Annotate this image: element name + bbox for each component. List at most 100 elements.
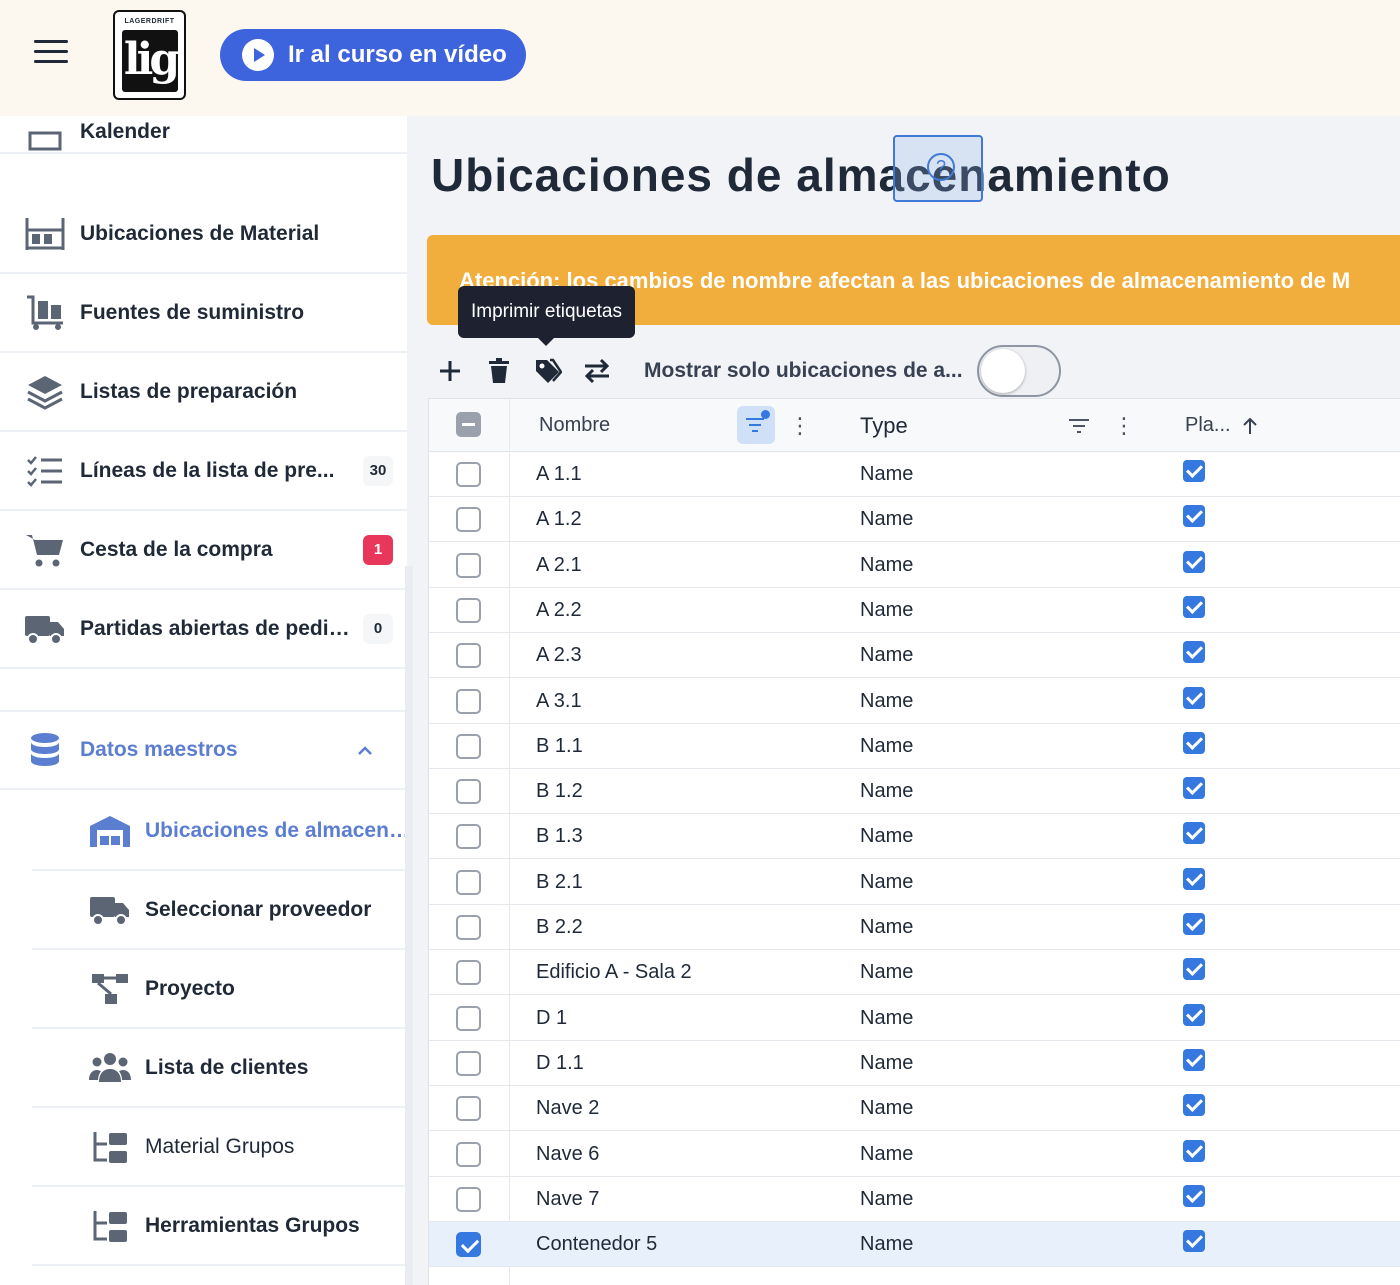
table-row[interactable]: Contenedor 5 Name: [429, 1222, 1400, 1268]
table-row[interactable]: A 1.2 Name: [429, 497, 1400, 543]
sidebar-item-herramientas-grupos[interactable]: Herramientas Grupos: [32, 1188, 407, 1266]
cell-name: Nave 2: [536, 1097, 600, 1120]
project-tree-icon: [89, 970, 131, 1008]
table-row[interactable]: B 1.3 Name: [429, 814, 1400, 860]
table-row[interactable]: A 2.3 Name: [429, 633, 1400, 679]
sidebar-item-fuentes-de-suministro[interactable]: Fuentes de suministro: [0, 275, 407, 353]
placed-checkbox[interactable]: [1183, 958, 1205, 981]
row-checkbox[interactable]: [456, 779, 481, 805]
row-checkbox[interactable]: [456, 1005, 481, 1031]
column-header-type[interactable]: Type: [860, 399, 908, 452]
placed-checkbox[interactable]: [1183, 641, 1205, 664]
placed-checkbox[interactable]: [1183, 505, 1205, 528]
video-course-button[interactable]: Ir al curso en vídeo: [220, 29, 526, 81]
sidebar-item-listas-de-preparacion[interactable]: Listas de preparación: [0, 354, 407, 432]
table-row[interactable]: B 2.1 Name: [429, 860, 1400, 905]
top-bar: LAGERDRIFT lig Ir al curso en vídeo: [0, 0, 1400, 116]
table-row[interactable]: B 1.2 Name: [429, 769, 1400, 815]
sidebar-item-partidas-abiertas-de-pedido[interactable]: Partidas abiertas de pedido 0: [0, 591, 407, 669]
table-row[interactable]: A 3.1 Name: [429, 679, 1400, 724]
swap-arrows-icon[interactable]: [577, 351, 617, 391]
sidebar-item-ubicaciones-de-material[interactable]: Ubicaciones de Material: [0, 196, 407, 274]
hamburger-menu-icon[interactable]: [34, 40, 76, 70]
row-checkbox[interactable]: [456, 597, 481, 623]
table-row[interactable]: A 2.2 Name: [429, 588, 1400, 633]
truck-icon: [24, 610, 66, 648]
tags-icon[interactable]: [528, 351, 568, 391]
sidebar-item-label: Material Grupos: [145, 1135, 295, 1158]
row-checkbox[interactable]: [456, 824, 481, 850]
filter-icon[interactable]: [1067, 399, 1091, 452]
row-checkbox[interactable]: [456, 869, 481, 895]
placed-checkbox[interactable]: [1183, 1003, 1205, 1026]
row-checkbox[interactable]: [456, 1050, 481, 1076]
table-row[interactable]: A 2.1 Name: [429, 543, 1400, 588]
row-checkbox[interactable]: [456, 507, 481, 533]
cell-type: Name: [860, 553, 914, 576]
count-badge: 30: [363, 456, 393, 486]
placed-checkbox[interactable]: [1183, 595, 1205, 618]
placed-checkbox[interactable]: [1183, 1094, 1205, 1117]
sidebar-item-cesta-de-la-compra[interactable]: Cesta de la compra 1: [0, 512, 407, 590]
sidebar-item-datos-maestros[interactable]: Datos maestros: [0, 712, 407, 790]
column-header-placed[interactable]: Pla...: [1185, 399, 1259, 452]
sidebar-item-calendar[interactable]: Kalender: [0, 116, 407, 154]
table-row[interactable]: Edificio A - Sala 2 Name: [429, 950, 1400, 996]
sidebar-item-ubicaciones-de-almacena[interactable]: Ubicaciones de almacena...: [32, 793, 407, 871]
sidebar-item-lineas-de-la-lista-de-pre[interactable]: Líneas de la lista de pre... 30: [0, 433, 407, 511]
trash-icon[interactable]: [479, 351, 519, 391]
sidebar-item-proyecto[interactable]: Proyecto: [32, 951, 407, 1029]
cell-name: Nave 7: [536, 1187, 600, 1210]
placed-checkbox[interactable]: [1183, 777, 1205, 800]
sidebar-item-material-grupos[interactable]: Material Grupos: [32, 1109, 407, 1187]
add-icon[interactable]: [430, 351, 470, 391]
cell-name: Edificio A - Sala 2: [536, 961, 692, 984]
placed-checkbox[interactable]: [1183, 1184, 1205, 1207]
sidebar-item-seleccionar-proveedor[interactable]: Seleccionar proveedor: [32, 872, 407, 950]
table-row[interactable]: B 1.1 Name: [429, 724, 1400, 769]
placed-checkbox[interactable]: [1183, 867, 1205, 890]
table-row[interactable]: Nave 7 Name: [429, 1177, 1400, 1222]
placed-checkbox[interactable]: [1183, 686, 1205, 709]
sidebar-item-lista-de-clientes[interactable]: Lista de clientes: [32, 1030, 407, 1108]
row-checkbox[interactable]: [456, 733, 481, 759]
row-checkbox[interactable]: [456, 960, 481, 986]
row-checkbox[interactable]: [456, 1141, 481, 1167]
column-menu-icon[interactable]: ⋮: [789, 399, 811, 452]
show-only-toggle[interactable]: [976, 345, 1061, 397]
placed-checkbox[interactable]: [1183, 913, 1205, 935]
placed-checkbox[interactable]: [1183, 1139, 1205, 1162]
row-checkbox[interactable]: [456, 1186, 481, 1212]
folder-tree-icon: [89, 1128, 131, 1166]
sidebar: Kalender Ubicaciones de Material Fuentes …: [0, 116, 407, 1285]
table-row[interactable]: B 2.2 Name: [429, 905, 1400, 950]
table-row[interactable]: Nave 6 Name: [429, 1132, 1400, 1177]
help-button[interactable]: ?: [893, 135, 983, 202]
placed-checkbox[interactable]: [1183, 550, 1205, 573]
table-row[interactable]: Nave 2 Name: [429, 1086, 1400, 1132]
sidebar-scrollbar[interactable]: [405, 566, 413, 1285]
row-checkbox[interactable]: [456, 688, 481, 714]
row-checkbox[interactable]: [456, 462, 481, 487]
placed-checkbox[interactable]: [1183, 731, 1205, 754]
cell-type: Name: [860, 870, 914, 893]
placed-checkbox[interactable]: [1183, 1048, 1205, 1071]
placed-checkbox[interactable]: [1183, 460, 1205, 482]
column-header-name[interactable]: Nombre: [539, 399, 610, 452]
table-row[interactable]: A 1.1 Name: [429, 452, 1400, 497]
shopping-cart-icon: [24, 531, 66, 569]
placed-checkbox[interactable]: [1183, 822, 1205, 845]
filter-active-icon[interactable]: [737, 406, 775, 444]
select-all-checkbox[interactable]: [456, 412, 481, 437]
column-menu-icon[interactable]: ⋮: [1113, 399, 1135, 452]
row-checkbox[interactable]: [456, 643, 481, 669]
table-row[interactable]: D 1.1 Name: [429, 1041, 1400, 1086]
row-checkbox[interactable]: [456, 1232, 481, 1258]
row-checkbox[interactable]: [456, 552, 481, 578]
company-logo[interactable]: LAGERDRIFT lig: [113, 10, 186, 100]
chevron-up-icon[interactable]: [357, 740, 373, 761]
placed-checkbox[interactable]: [1183, 1230, 1205, 1253]
row-checkbox[interactable]: [456, 1096, 481, 1122]
row-checkbox[interactable]: [456, 915, 481, 940]
table-row[interactable]: D 1 Name: [429, 996, 1400, 1041]
